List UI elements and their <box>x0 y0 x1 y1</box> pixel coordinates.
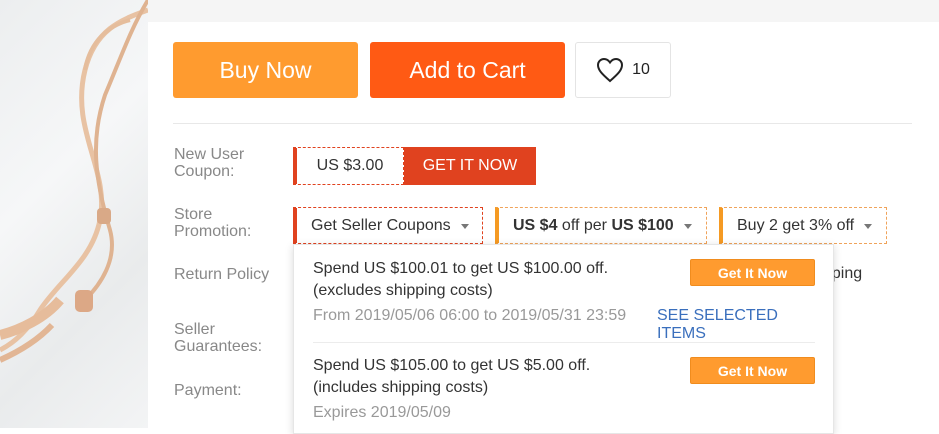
product-image <box>0 0 148 428</box>
offer-validity: Expires 2019/05/09 <box>313 404 451 421</box>
buy-more-discount-dropdown[interactable]: Buy 2 get 3% off <box>719 207 887 244</box>
get-seller-coupons-dropdown[interactable]: Get Seller Coupons <box>293 207 483 244</box>
caret-down-icon <box>460 224 469 229</box>
buy-now-button[interactable]: Buy Now <box>173 42 358 98</box>
get-it-now-button[interactable]: Get It Now <box>690 357 815 384</box>
payment-label: Payment: <box>174 382 242 399</box>
dropdown-label: Buy 2 get 3% off <box>737 216 855 234</box>
get-coupon-button[interactable]: GET IT NOW <box>404 147 536 185</box>
wishlist-button[interactable]: 10 <box>575 42 671 98</box>
section-divider <box>173 123 912 124</box>
add-to-cart-button[interactable]: Add to Cart <box>370 42 565 98</box>
new-user-coupon-value: US $3.00 <box>293 147 404 185</box>
earphone-cable-image <box>0 0 148 363</box>
get-it-now-button[interactable]: Get It Now <box>690 259 815 286</box>
seller-guarantees-label: Seller Guarantees: <box>174 321 263 355</box>
dropdown-label: Get Seller Coupons <box>311 216 451 234</box>
offer-divider <box>313 342 815 343</box>
caret-down-icon <box>683 224 692 229</box>
store-promotion-label: Store Promotion: <box>174 206 252 240</box>
heart-icon <box>597 57 624 83</box>
see-selected-items-link[interactable]: SEE SELECTED ITEMS <box>657 307 823 343</box>
top-strip <box>148 0 939 22</box>
return-policy-label: Return Policy <box>174 266 270 283</box>
dropdown-label: US $4 off per US $100 <box>513 216 674 234</box>
wishlist-count: 10 <box>632 61 650 78</box>
new-user-coupon-label: New User Coupon: <box>174 146 245 180</box>
spend-discount-dropdown[interactable]: US $4 off per US $100 <box>495 207 707 244</box>
caret-down-icon <box>864 224 873 229</box>
seller-coupons-panel: Spend US $100.01 to get US $100.00 off. … <box>293 244 834 434</box>
